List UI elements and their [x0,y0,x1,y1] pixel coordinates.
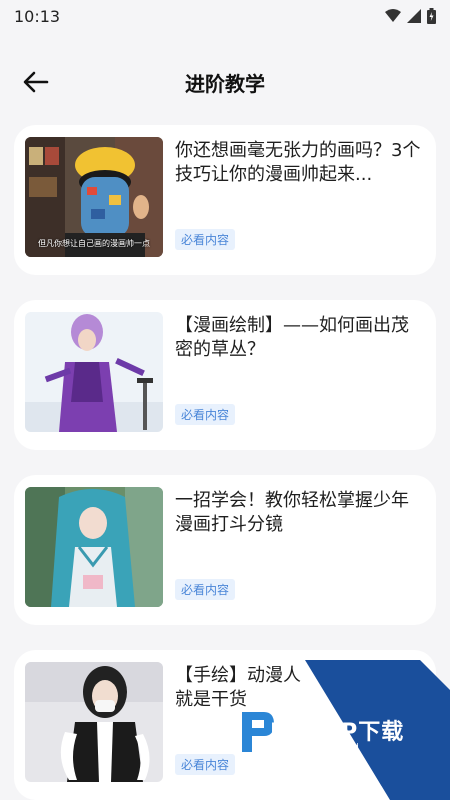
article-thumbnail [25,487,163,607]
status-icons [385,8,436,24]
article-thumbnail [25,662,163,782]
signal-icon [407,9,421,23]
must-see-tag: 必看内容 [175,754,236,775]
must-see-tag: 必看内容 [175,229,236,250]
back-button[interactable] [18,66,54,98]
article-thumbnail [25,312,163,432]
back-arrow-icon [23,71,49,93]
must-see-tag: 必看内容 [175,404,236,425]
article-title: 一招学会！教你轻松掌握少年漫画打斗分镜 [175,490,409,535]
page-title: 进阶教学 [185,71,265,96]
wifi-icon [385,9,401,22]
article-title: 【漫画绘制】——如何画出茂密的草丛？ [175,315,409,360]
thumbnail-caption: 但凡你想让自己画的漫画帅一点 [38,239,150,248]
article-card[interactable]: 但凡你想让自己画的漫画帅一点 你还想画毫无张力的画吗？3个技巧让你的漫画帅起来.… [14,125,436,275]
article-card[interactable]: 【手绘】动漫人物步骤讲解！就是干货 必看内容 [14,650,436,800]
header: 进阶教学 [0,56,450,108]
must-see-tag: 必看内容 [175,579,236,600]
status-time: 10:13 [14,6,61,26]
article-title: 【手绘】动漫人物步骤讲解！就是干货 [175,665,409,710]
article-thumbnail: 但凡你想让自己画的漫画帅一点 [25,137,163,257]
article-card[interactable]: 【漫画绘制】——如何画出茂密的草丛？ 必看内容 [14,300,436,450]
article-title: 你还想画毫无张力的画吗？3个技巧让你的漫画帅起来... [175,140,421,185]
status-bar: 10:13 [0,0,450,32]
battery-icon [427,8,436,24]
article-card[interactable]: 一招学会！教你轻松掌握少年漫画打斗分镜 必看内容 [14,475,436,625]
